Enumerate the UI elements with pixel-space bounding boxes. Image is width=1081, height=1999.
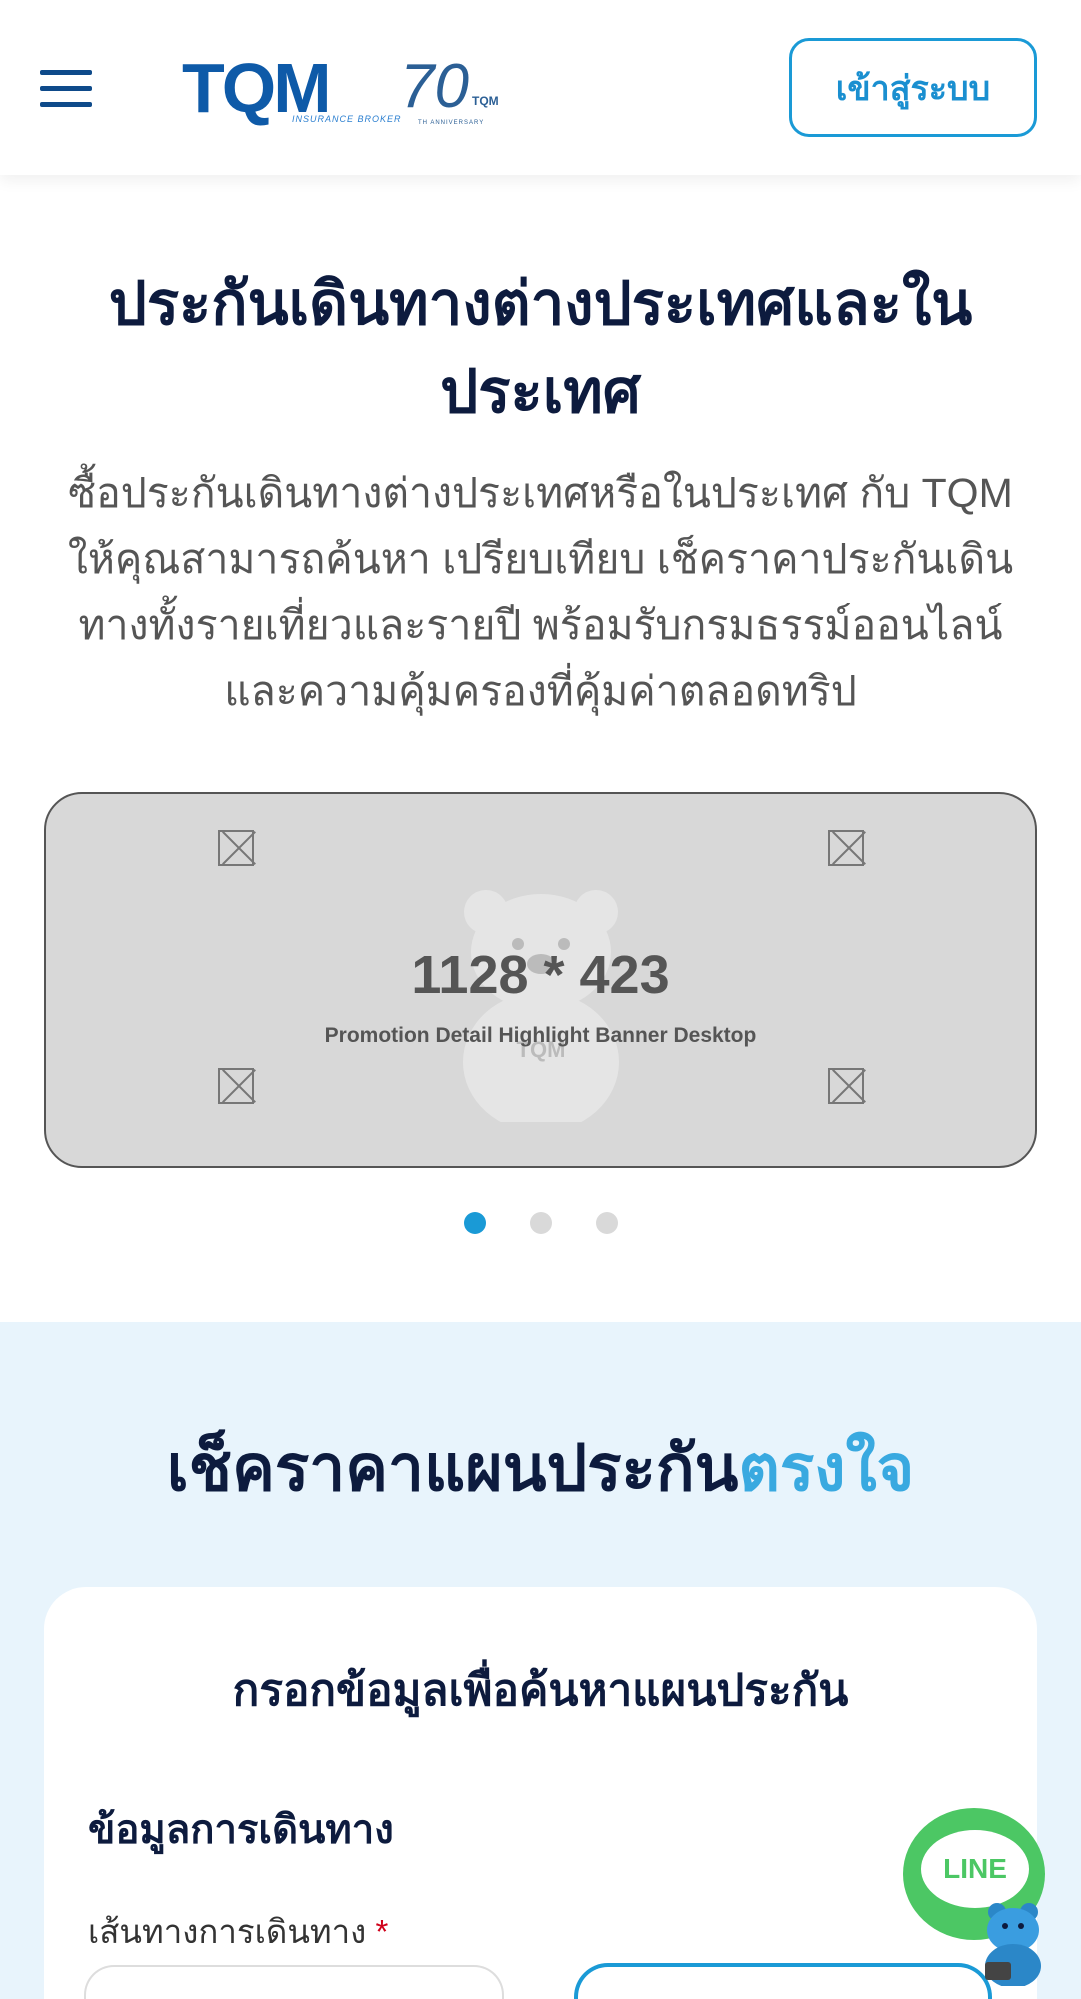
route-field-label: เส้นทางการเดินทาง * [88,1905,388,1958]
travel-info-heading: ข้อมูลการเดินทาง [88,1808,394,1852]
logo-subtitle: INSURANCE BROKER [292,114,402,124]
required-mark: * [375,1913,389,1950]
image-placeholder-icon [828,1068,864,1104]
site-header: TQM INSURANCE BROKER 70 TQM TH ANNIVERSA… [0,0,1081,175]
carousel-dot-1[interactable] [463,1212,486,1234]
carousel-dots [0,1212,1081,1234]
page-description: ซื้อประกันเดินทางต่างประเทศหรือในประเทศ … [67,470,1014,714]
carousel-dot-2[interactable] [529,1212,552,1234]
image-placeholder-icon [828,830,864,866]
login-button[interactable]: เข้าสู่ระบบ [789,38,1037,137]
menu-icon[interactable] [40,70,92,108]
carousel-dot-3[interactable] [595,1212,618,1234]
page-title: ประกันเดินทางต่างประเทศและในประเทศ [108,270,973,425]
logo-anniversary-text: TH ANNIVERSARY [418,120,485,126]
line-chat-button[interactable]: LINE [903,1808,1053,1988]
search-form-card: กรอกข้อมูลเพื่อค้นหาแผนประกัน ข้อมูลการเ… [44,1587,1037,1999]
section-title-highlight: ตรงใจ [738,1432,915,1504]
logo-anniversary-brand: TQM [472,94,499,108]
form-title: กรอกข้อมูลเพื่อค้นหาแผนประกัน [232,1666,849,1715]
banner-size-text: 1128 * 423 [411,945,670,1005]
logo-anniversary-number: 70 [400,52,469,121]
promotion-banner[interactable]: TQM 1128 * 423 Promotion Detail Highligh… [44,792,1037,1168]
section-title: เช็คราคาแผนประกันตรงใจ [0,1417,1081,1519]
tqm-logo[interactable]: TQM INSURANCE BROKER 70 TQM TH ANNIVERSA… [182,48,512,128]
banner-caption: Promotion Detail Highlight Banner Deskto… [324,1024,757,1047]
section-title-prefix: เช็คราคาแผนประกัน [166,1432,739,1504]
bear-mascot-icon [985,1903,1041,1986]
route-option-domestic[interactable] [84,1965,504,1999]
image-placeholder-icon [218,830,254,866]
image-placeholder-icon [218,1068,254,1104]
route-label-text: เส้นทางการเดินทาง [88,1913,367,1950]
